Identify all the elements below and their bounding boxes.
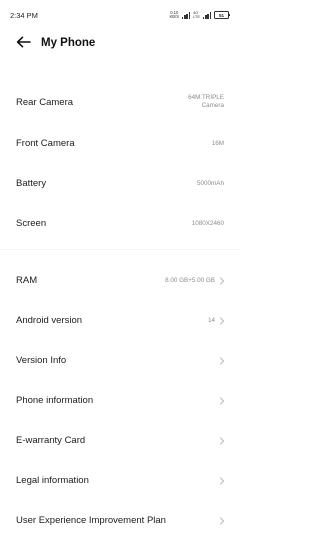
spec-label: Front Camera [16,138,75,149]
section-divider [0,249,240,250]
spec-row-front-camera: Front Camera 16M [0,130,240,158]
back-button[interactable] [14,33,32,51]
signal-icon-2 [203,12,211,19]
spec-label: Screen [16,218,47,229]
app-bar: My Phone [0,30,240,56]
menu-item-e-warranty-card[interactable]: E-warranty Card [0,426,240,456]
menu-item-legal-information[interactable]: Legal information [0,466,240,496]
page-title: My Phone [41,37,96,49]
spec-value: 5000mAh [197,180,224,187]
chevron-right-icon [220,277,225,285]
menu-item-version-info[interactable]: Version Info [0,346,240,376]
chevron-right-icon [220,397,225,405]
arrow-left-icon [16,36,31,48]
volte-bottom: LTE [193,14,201,19]
menu-item-label: User Experience Improvement Plan [16,515,166,526]
spec-value: 16M [211,140,224,147]
spec-value: 1080X2460 [191,220,224,227]
spec-row-rear-camera: Rear Camera 64M TRIPLE Camera [0,86,240,120]
spec-label: Battery [16,178,47,189]
spec-label: Rear Camera [16,97,74,108]
status-bar: 2:34 PM 0.10 KB/S 4G LTE 51 [0,0,240,30]
spec-row-battery: Battery 5000mAh [0,170,240,198]
battery-icon: 51 [214,11,230,19]
menu-item-android-version[interactable]: Android version 14 [0,306,240,336]
chevron-right-icon [220,357,225,365]
status-time: 2:34 PM [10,11,38,20]
chevron-right-icon [220,317,225,325]
menu-item-user-experience-improvement-plan[interactable]: User Experience Improvement Plan [0,506,240,536]
menu-item-value: 14 [207,317,215,324]
spec-value: 64M TRIPLE Camera [188,94,224,110]
signal-icon [182,12,190,19]
status-icons: 0.10 KB/S 4G LTE 51 [170,9,230,21]
menu-item-label: Android version [16,315,83,326]
chevron-right-icon [220,517,225,525]
chevron-right-icon [220,477,225,485]
menu-item-label: RAM [16,275,38,286]
menu-item-value: 8.00 GB+5.00 GB [165,277,215,284]
volte-icon: 4G LTE [193,10,201,19]
spec-value-line2: Camera [201,102,224,109]
menu-item-label: Version Info [16,355,67,366]
menu-item-ram[interactable]: RAM 8.00 GB+5.00 GB [0,266,240,296]
spec-value-line1: 64M TRIPLE [188,94,224,101]
menu-item-phone-information[interactable]: Phone information [0,386,240,416]
network-speed-unit: KB/S [169,14,180,19]
chevron-right-icon [220,437,225,445]
network-speed: 0.10 KB/S [169,10,180,20]
menu-item-label: E-warranty Card [16,435,86,446]
menu-item-label: Phone information [16,395,94,406]
menu-item-label: Legal information [16,475,89,486]
battery-level: 51 [218,12,224,18]
spec-row-screen: Screen 1080X2460 [0,210,240,238]
